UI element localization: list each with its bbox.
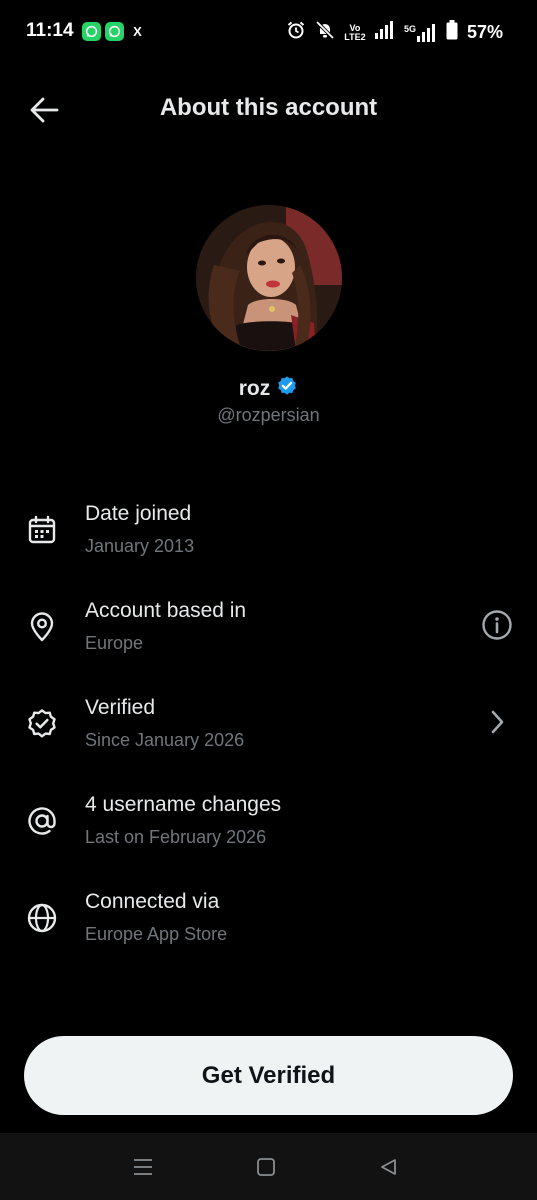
notification-icons: X: [82, 22, 147, 41]
lte-text: LTE2: [344, 31, 366, 42]
network-5g-signal-icon: 5G: [403, 23, 437, 42]
info-button[interactable]: [477, 605, 517, 645]
chevron-right-icon: [477, 702, 517, 742]
avatar[interactable]: [196, 205, 342, 351]
back-triangle-icon[interactable]: [374, 1153, 402, 1181]
whatsapp-icon: [105, 22, 124, 41]
calendar-icon: [24, 512, 60, 548]
system-status-icons: Vo LTE2 5G 57%: [286, 20, 503, 45]
home-square-icon[interactable]: [252, 1153, 280, 1181]
volte-indicator: Vo LTE2: [344, 23, 366, 42]
info-icon: [482, 610, 512, 640]
row-subtitle: Europe: [85, 633, 144, 653]
location-pin-icon: [24, 609, 60, 645]
row-title: Connected via: [85, 890, 220, 913]
signal-icon: [374, 21, 395, 44]
at-sign-icon: [24, 803, 60, 839]
menu-icon[interactable]: [129, 1153, 157, 1181]
row-title: Account based in: [85, 599, 247, 622]
row-title: Date joined: [85, 502, 192, 525]
battery-percent: 57%: [466, 22, 503, 42]
avatar-photo: [196, 205, 342, 351]
row-subtitle: January 2013: [85, 536, 195, 556]
verified-badge-outline-icon: [24, 706, 60, 742]
network-type-label: 5G: [403, 23, 416, 34]
back-button[interactable]: [24, 90, 64, 130]
row-title: 4 username changes: [85, 793, 282, 816]
display-name-row: roz: [0, 375, 537, 402]
alarm-icon: [286, 20, 306, 45]
verified-badge-icon: [276, 375, 298, 402]
row-subtitle: Since January 2026: [85, 730, 245, 750]
row-subtitle: Last on February 2026: [85, 827, 267, 847]
mute-icon: [315, 20, 335, 45]
status-bar: 11:14 X Vo LTE2 5G 57%: [0, 0, 537, 64]
info-row-verified[interactable]: Verified Since January 2026: [0, 690, 537, 787]
handle: @rozpersian: [217, 405, 320, 425]
row-title: Verified: [85, 696, 156, 719]
info-row-account-based-in: Account based in Europe: [0, 593, 537, 690]
status-time: 11:14: [26, 20, 74, 41]
row-subtitle: Europe App Store: [85, 924, 228, 944]
info-row-connected-via: Connected via Europe App Store: [0, 884, 537, 981]
account-info-list: Date joined January 2013 Account based i…: [0, 496, 537, 981]
info-row-username-changes: 4 username changes Last on February 2026: [0, 787, 537, 884]
get-verified-button[interactable]: Get Verified: [24, 1036, 513, 1115]
info-row-date-joined: Date joined January 2013: [0, 496, 537, 593]
arrow-left-icon: [30, 97, 59, 123]
battery-icon: [446, 20, 458, 45]
whatsapp-icon: [82, 22, 101, 41]
globe-icon: [24, 900, 60, 936]
display-name: roz: [238, 376, 271, 400]
page-title: About this account: [159, 94, 378, 121]
system-navigation-bar: [0, 1133, 537, 1200]
x-icon: X: [133, 24, 142, 39]
